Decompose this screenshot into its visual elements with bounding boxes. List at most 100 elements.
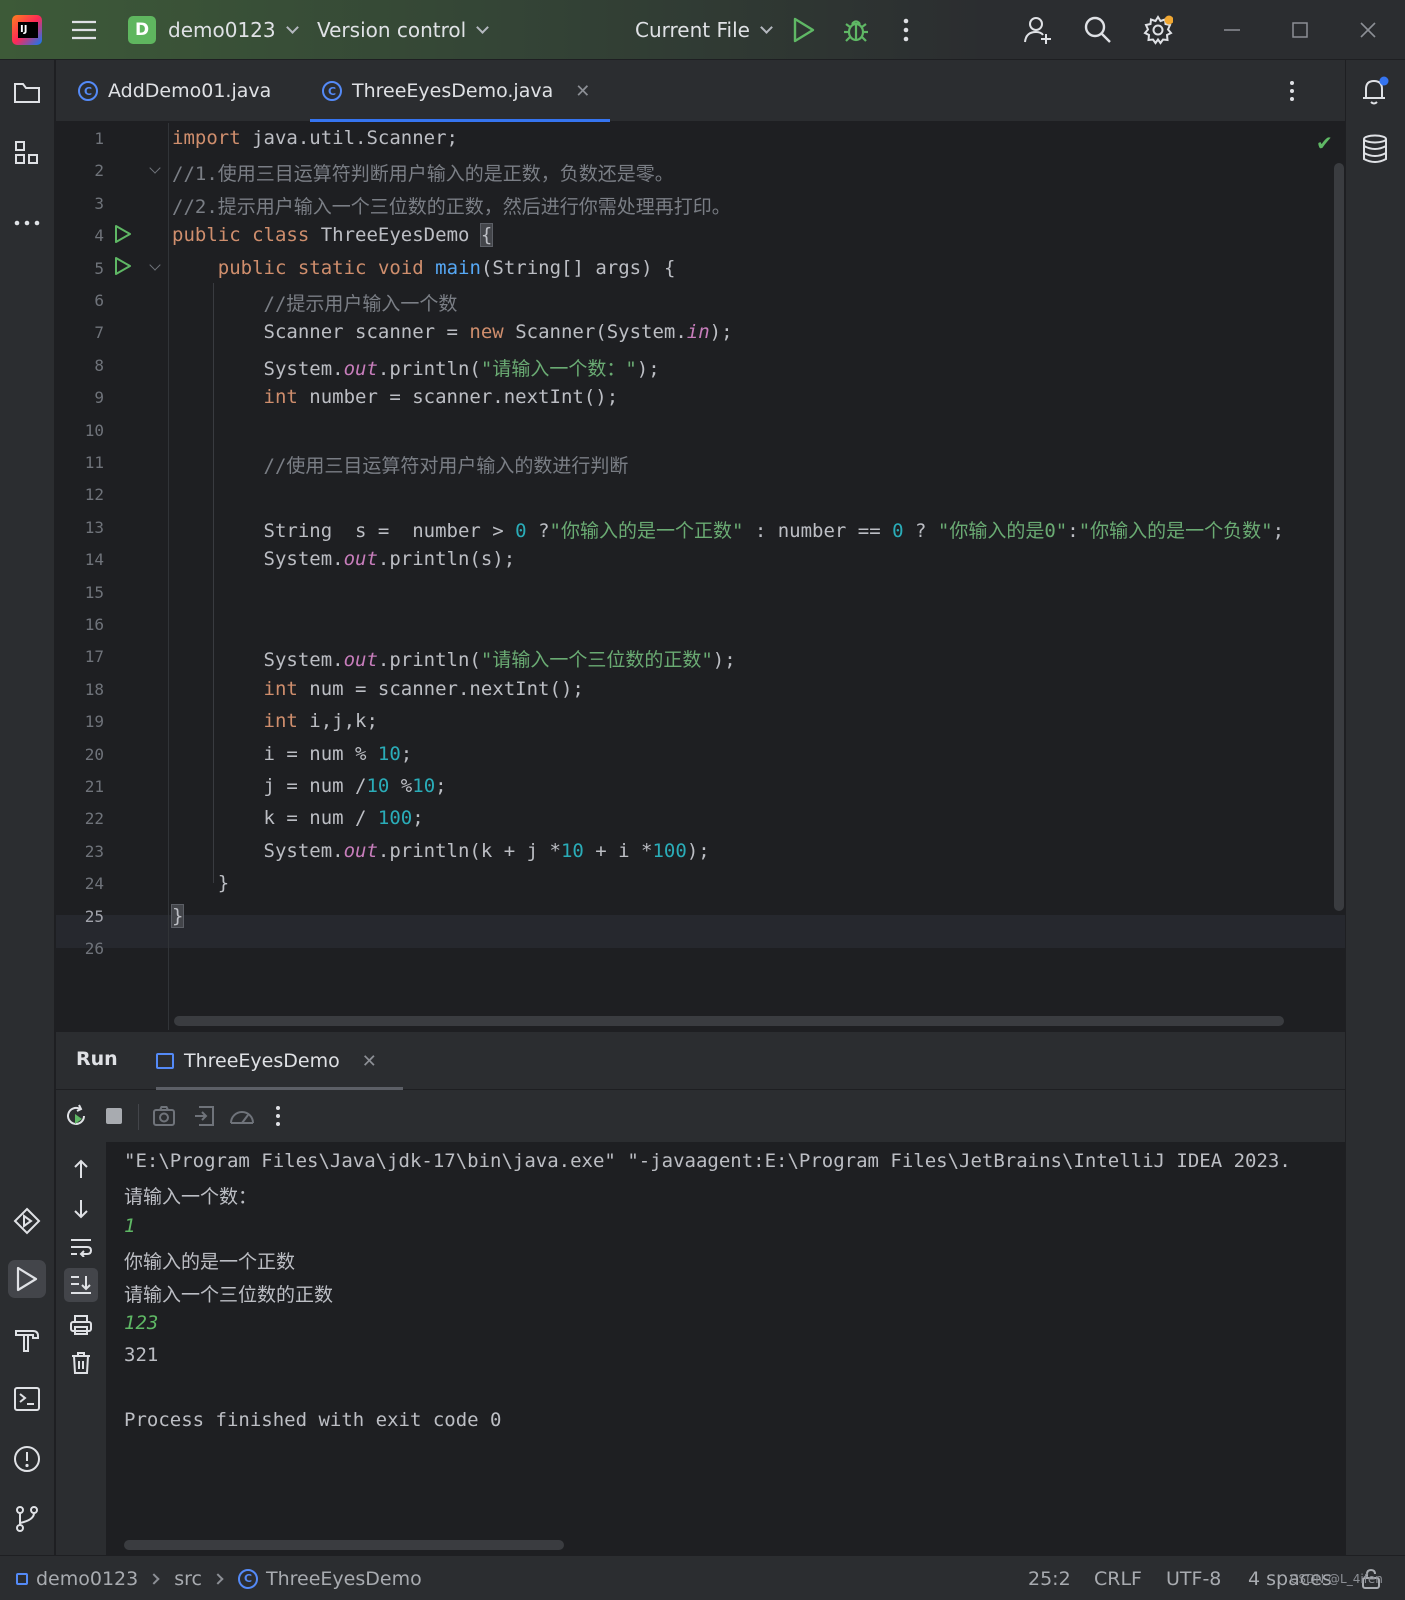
editor-tab-bar: C AddDemo01.java C ThreeEyesDemo.java ✕ — [56, 60, 1345, 122]
caret-position[interactable]: 25:2 — [1028, 1556, 1071, 1600]
database-icon[interactable] — [1356, 130, 1394, 168]
maximize-icon[interactable] — [1282, 12, 1318, 48]
code-line: } — [170, 903, 185, 928]
settings-gear-icon[interactable] — [1140, 12, 1176, 48]
problems-icon[interactable] — [8, 1440, 46, 1478]
intellij-logo-icon[interactable] — [12, 15, 42, 45]
line-number: 14 — [84, 550, 104, 570]
debug-icon[interactable] — [838, 12, 874, 48]
line-number: 20 — [84, 744, 104, 764]
code-editor[interactable]: 1 2 3 4 5 6 7 8 9 10 11 12 13 14 15 16 17 18 19 20 21 22 23 24 2… — [56, 123, 1345, 1030]
print-icon[interactable] — [64, 1308, 98, 1342]
screenshot-camera-icon[interactable] — [150, 1102, 178, 1130]
breadcrumb-src[interactable]: src — [174, 1568, 202, 1590]
tab-threeeyesdemo[interactable]: C ThreeEyesDemo.java ✕ — [310, 60, 611, 122]
line-number: 18 — [84, 679, 104, 699]
project-folder-icon[interactable] — [8, 74, 46, 112]
run-more-icon[interactable] — [264, 1102, 292, 1130]
notifications-bell-icon[interactable] — [1356, 72, 1394, 110]
code-line: k = num / 100; — [172, 807, 424, 830]
file-encoding[interactable]: UTF-8 — [1166, 1556, 1221, 1600]
line-separator[interactable]: CRLF — [1094, 1556, 1142, 1600]
services-icon[interactable] — [8, 1202, 46, 1240]
horizontal-scrollbar[interactable] — [174, 1016, 1284, 1026]
line-number: 23 — [84, 841, 104, 861]
run-class-gutter-icon[interactable] — [114, 225, 132, 243]
chevron-right-icon — [148, 1572, 160, 1585]
line-number: 7 — [94, 323, 104, 343]
tab-label: ThreeEyesDemo.java — [352, 80, 554, 102]
chevron-down-icon — [760, 20, 773, 34]
code-line: //1.使用三目运算符判断用户输入的是正数，负数还是零。 — [172, 163, 674, 186]
line-number: 24 — [84, 874, 104, 894]
code-line: System.out.println("请输入一个三位数的正数"); — [172, 649, 736, 672]
version-control-label: Version control — [317, 18, 467, 42]
code-line: Scanner scanner = new Scanner(System.in)… — [172, 321, 733, 344]
tab-options-icon[interactable] — [1274, 73, 1310, 109]
editor-gutter: 1 2 3 4 5 6 7 8 9 10 11 12 13 14 15 16 17 18 19 20 21 22 23 24 2… — [56, 123, 168, 1030]
line-number: 10 — [84, 420, 104, 440]
project-switcher[interactable]: D demo0123 — [128, 0, 299, 60]
structure-icon[interactable] — [8, 134, 46, 172]
scroll-to-end-icon[interactable] — [64, 1268, 98, 1302]
more-tools-icon[interactable] — [8, 204, 46, 242]
code-line: } — [172, 872, 230, 895]
stop-icon[interactable] — [100, 1102, 128, 1130]
project-badge: D — [128, 16, 156, 44]
run-config-selector[interactable]: Current File — [635, 0, 773, 60]
status-bar: demo0123 src C ThreeEyesDemo 25:2 CRLF U… — [0, 1555, 1405, 1600]
console-line: 你输入的是一个正数 — [124, 1251, 296, 1274]
main-menu-icon[interactable] — [66, 12, 102, 48]
no-problems-check-icon[interactable]: ✔ — [1316, 131, 1333, 155]
right-tool-strip — [1345, 60, 1405, 1555]
run-tool-icon[interactable] — [8, 1260, 46, 1298]
minimize-icon[interactable] — [1214, 12, 1250, 48]
code-line: //提示用户输入一个数 — [263, 293, 458, 315]
search-icon[interactable] — [1080, 12, 1116, 48]
breadcrumb: demo0123 src C ThreeEyesDemo — [16, 1556, 422, 1600]
clear-trash-icon[interactable] — [64, 1346, 98, 1380]
close-window-icon[interactable] — [1350, 12, 1386, 48]
git-branch-icon[interactable] — [8, 1500, 46, 1538]
console-horizontal-scrollbar[interactable] — [124, 1540, 564, 1550]
restore-layout-icon[interactable] — [190, 1102, 218, 1130]
console-user-input: 1 — [124, 1214, 136, 1237]
build-hammer-icon[interactable] — [8, 1320, 46, 1358]
run-icon[interactable] — [786, 12, 822, 48]
console-line: "E:\Program Files\Java\jdk-17\bin\java.e… — [124, 1150, 1291, 1172]
more-actions-icon[interactable] — [888, 12, 924, 48]
run-panel-header: Run ThreeEyesDemo ✕ — [56, 1031, 1345, 1090]
coverage-icon[interactable] — [228, 1102, 256, 1130]
line-number: 2 — [94, 161, 104, 181]
code-line: System.out.println("请输入一个数："); — [172, 357, 660, 380]
tab-adddemo01[interactable]: C AddDemo01.java — [78, 60, 271, 122]
line-number: 5 — [94, 258, 104, 278]
module-icon — [16, 1572, 28, 1585]
class-icon: C — [78, 81, 98, 101]
line-number: 13 — [84, 517, 104, 537]
scroll-up-arrow-icon[interactable] — [64, 1152, 98, 1186]
close-run-tab-icon[interactable]: ✕ — [362, 1051, 377, 1072]
rerun-icon[interactable] — [62, 1102, 90, 1130]
breadcrumb-project[interactable]: demo0123 — [36, 1568, 138, 1590]
vertical-scrollbar[interactable] — [1334, 163, 1344, 911]
line-number: 17 — [84, 647, 104, 667]
console-output[interactable]: "E:\Program Files\Java\jdk-17\bin\java.e… — [106, 1142, 1345, 1555]
code-line: j = num /10 %10; — [172, 775, 447, 797]
close-tab-icon[interactable]: ✕ — [575, 81, 590, 102]
console-line: Process finished with exit code 0 — [124, 1409, 502, 1432]
add-user-icon[interactable] — [1020, 12, 1056, 48]
line-number: 15 — [84, 582, 104, 602]
line-number: 4 — [94, 226, 104, 246]
version-control-menu[interactable]: Version control — [317, 0, 490, 60]
soft-wrap-icon[interactable] — [64, 1230, 98, 1264]
terminal-icon[interactable] — [8, 1380, 46, 1418]
breadcrumb-class[interactable]: ThreeEyesDemo — [266, 1568, 422, 1590]
code-line: //2.提示用户输入一个三位数的正数，然后进行你需处理再打印。 — [172, 195, 731, 218]
code-line: public class ThreeEyesDemo { — [172, 223, 494, 248]
code-line: //使用三目运算符对用户输入的数进行判断 — [263, 455, 629, 477]
scroll-down-arrow-icon[interactable] — [64, 1192, 98, 1226]
code-line: import java.util.Scanner; — [172, 127, 458, 149]
run-main-gutter-icon[interactable] — [114, 257, 132, 275]
run-tab-threeeyesdemo[interactable]: ThreeEyesDemo ✕ — [156, 1032, 403, 1090]
